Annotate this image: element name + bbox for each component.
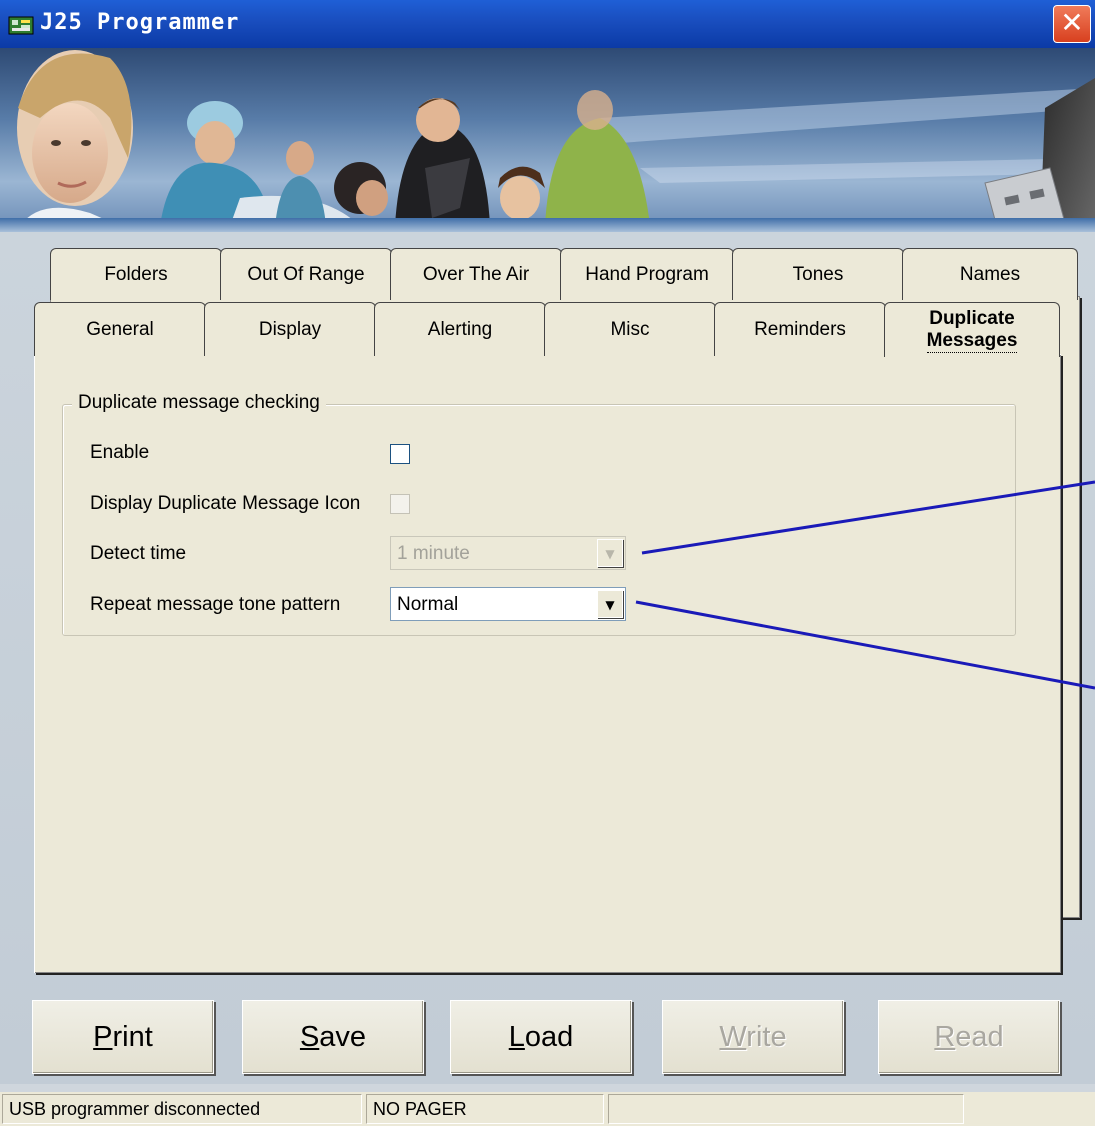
load-button-label: Load xyxy=(508,1020,574,1053)
enable-label: Enable xyxy=(90,442,150,463)
tab-label-line2: Messages xyxy=(926,329,1018,351)
window-title: J25 Programmer xyxy=(40,10,240,35)
tab-duplicate-messages[interactable]: Duplicate Messages xyxy=(884,302,1060,357)
tab-alerting[interactable]: Alerting xyxy=(374,302,546,356)
tab-label: Alerting xyxy=(427,318,493,340)
tone-pattern-label: Repeat message tone pattern xyxy=(90,594,341,615)
tab-over-the-air[interactable]: Over The Air xyxy=(390,248,562,300)
close-icon: ✕ xyxy=(1060,6,1084,39)
tab-label: Hand Program xyxy=(585,263,709,285)
app-icon xyxy=(8,16,34,35)
load-button[interactable]: Load xyxy=(450,1000,632,1074)
group-title: Duplicate message checking xyxy=(72,392,326,414)
save-button-label: Save xyxy=(299,1020,367,1053)
print-button[interactable]: Print xyxy=(32,1000,214,1074)
print-button-label: Print xyxy=(93,1020,153,1053)
tab-label: Misc xyxy=(610,318,650,340)
write-button[interactable]: Write xyxy=(662,1000,844,1074)
tab-label: General xyxy=(86,318,154,340)
status-connection: USB programmer disconnected xyxy=(2,1094,362,1124)
status-bar: USB programmer disconnected NO PAGER xyxy=(0,1092,1095,1126)
tab-label-line1: Duplicate xyxy=(929,307,1015,329)
tab-label-active: Duplicate Messages xyxy=(926,307,1018,353)
tab-general[interactable]: General xyxy=(34,302,206,356)
write-button-label: Write xyxy=(719,1020,787,1053)
detect-time-value: 1 minute xyxy=(397,543,470,564)
tab-names[interactable]: Names xyxy=(902,248,1078,300)
banner-divider xyxy=(0,218,1095,232)
enable-checkbox[interactable] xyxy=(390,444,410,464)
tab-label: Names xyxy=(959,263,1021,285)
tab-label: Out Of Range xyxy=(247,263,365,285)
banner-illustration xyxy=(17,50,1095,226)
save-button[interactable]: Save xyxy=(242,1000,424,1074)
status-pager: NO PAGER xyxy=(366,1094,604,1124)
read-button[interactable]: Read xyxy=(878,1000,1060,1074)
read-button-label: Read xyxy=(934,1020,1004,1053)
tab-label: Tones xyxy=(792,263,844,285)
display-icon-checkbox[interactable] xyxy=(390,494,410,514)
tab-reminders[interactable]: Reminders xyxy=(714,302,886,356)
status-extra xyxy=(608,1094,964,1124)
chevron-down-icon: ▼ xyxy=(597,590,623,618)
chevron-down-icon: ▼ xyxy=(597,539,623,567)
tab-label: Display xyxy=(258,318,322,340)
tab-display[interactable]: Display xyxy=(204,302,376,356)
tab-label: Over The Air xyxy=(422,263,530,285)
display-icon-label: Display Duplicate Message Icon xyxy=(90,493,361,514)
tab-out-of-range[interactable]: Out Of Range xyxy=(220,248,392,300)
tone-pattern-select[interactable]: Normal ▼ xyxy=(390,587,626,621)
tab-folders[interactable]: Folders xyxy=(50,248,222,300)
tab-label: Folders xyxy=(104,263,168,285)
detect-time-select[interactable]: 1 minute ▼ xyxy=(390,536,626,570)
tab-misc[interactable]: Misc xyxy=(544,302,716,356)
header-banner xyxy=(0,48,1095,226)
tab-label: Reminders xyxy=(754,318,846,340)
close-button[interactable]: ✕ xyxy=(1053,5,1091,43)
detect-time-label: Detect time xyxy=(90,543,187,564)
tone-pattern-value: Normal xyxy=(397,594,459,615)
title-bar: J25 Programmer ✕ xyxy=(0,0,1095,48)
tab-tones[interactable]: Tones xyxy=(732,248,904,300)
tab-hand-program[interactable]: Hand Program xyxy=(560,248,734,300)
